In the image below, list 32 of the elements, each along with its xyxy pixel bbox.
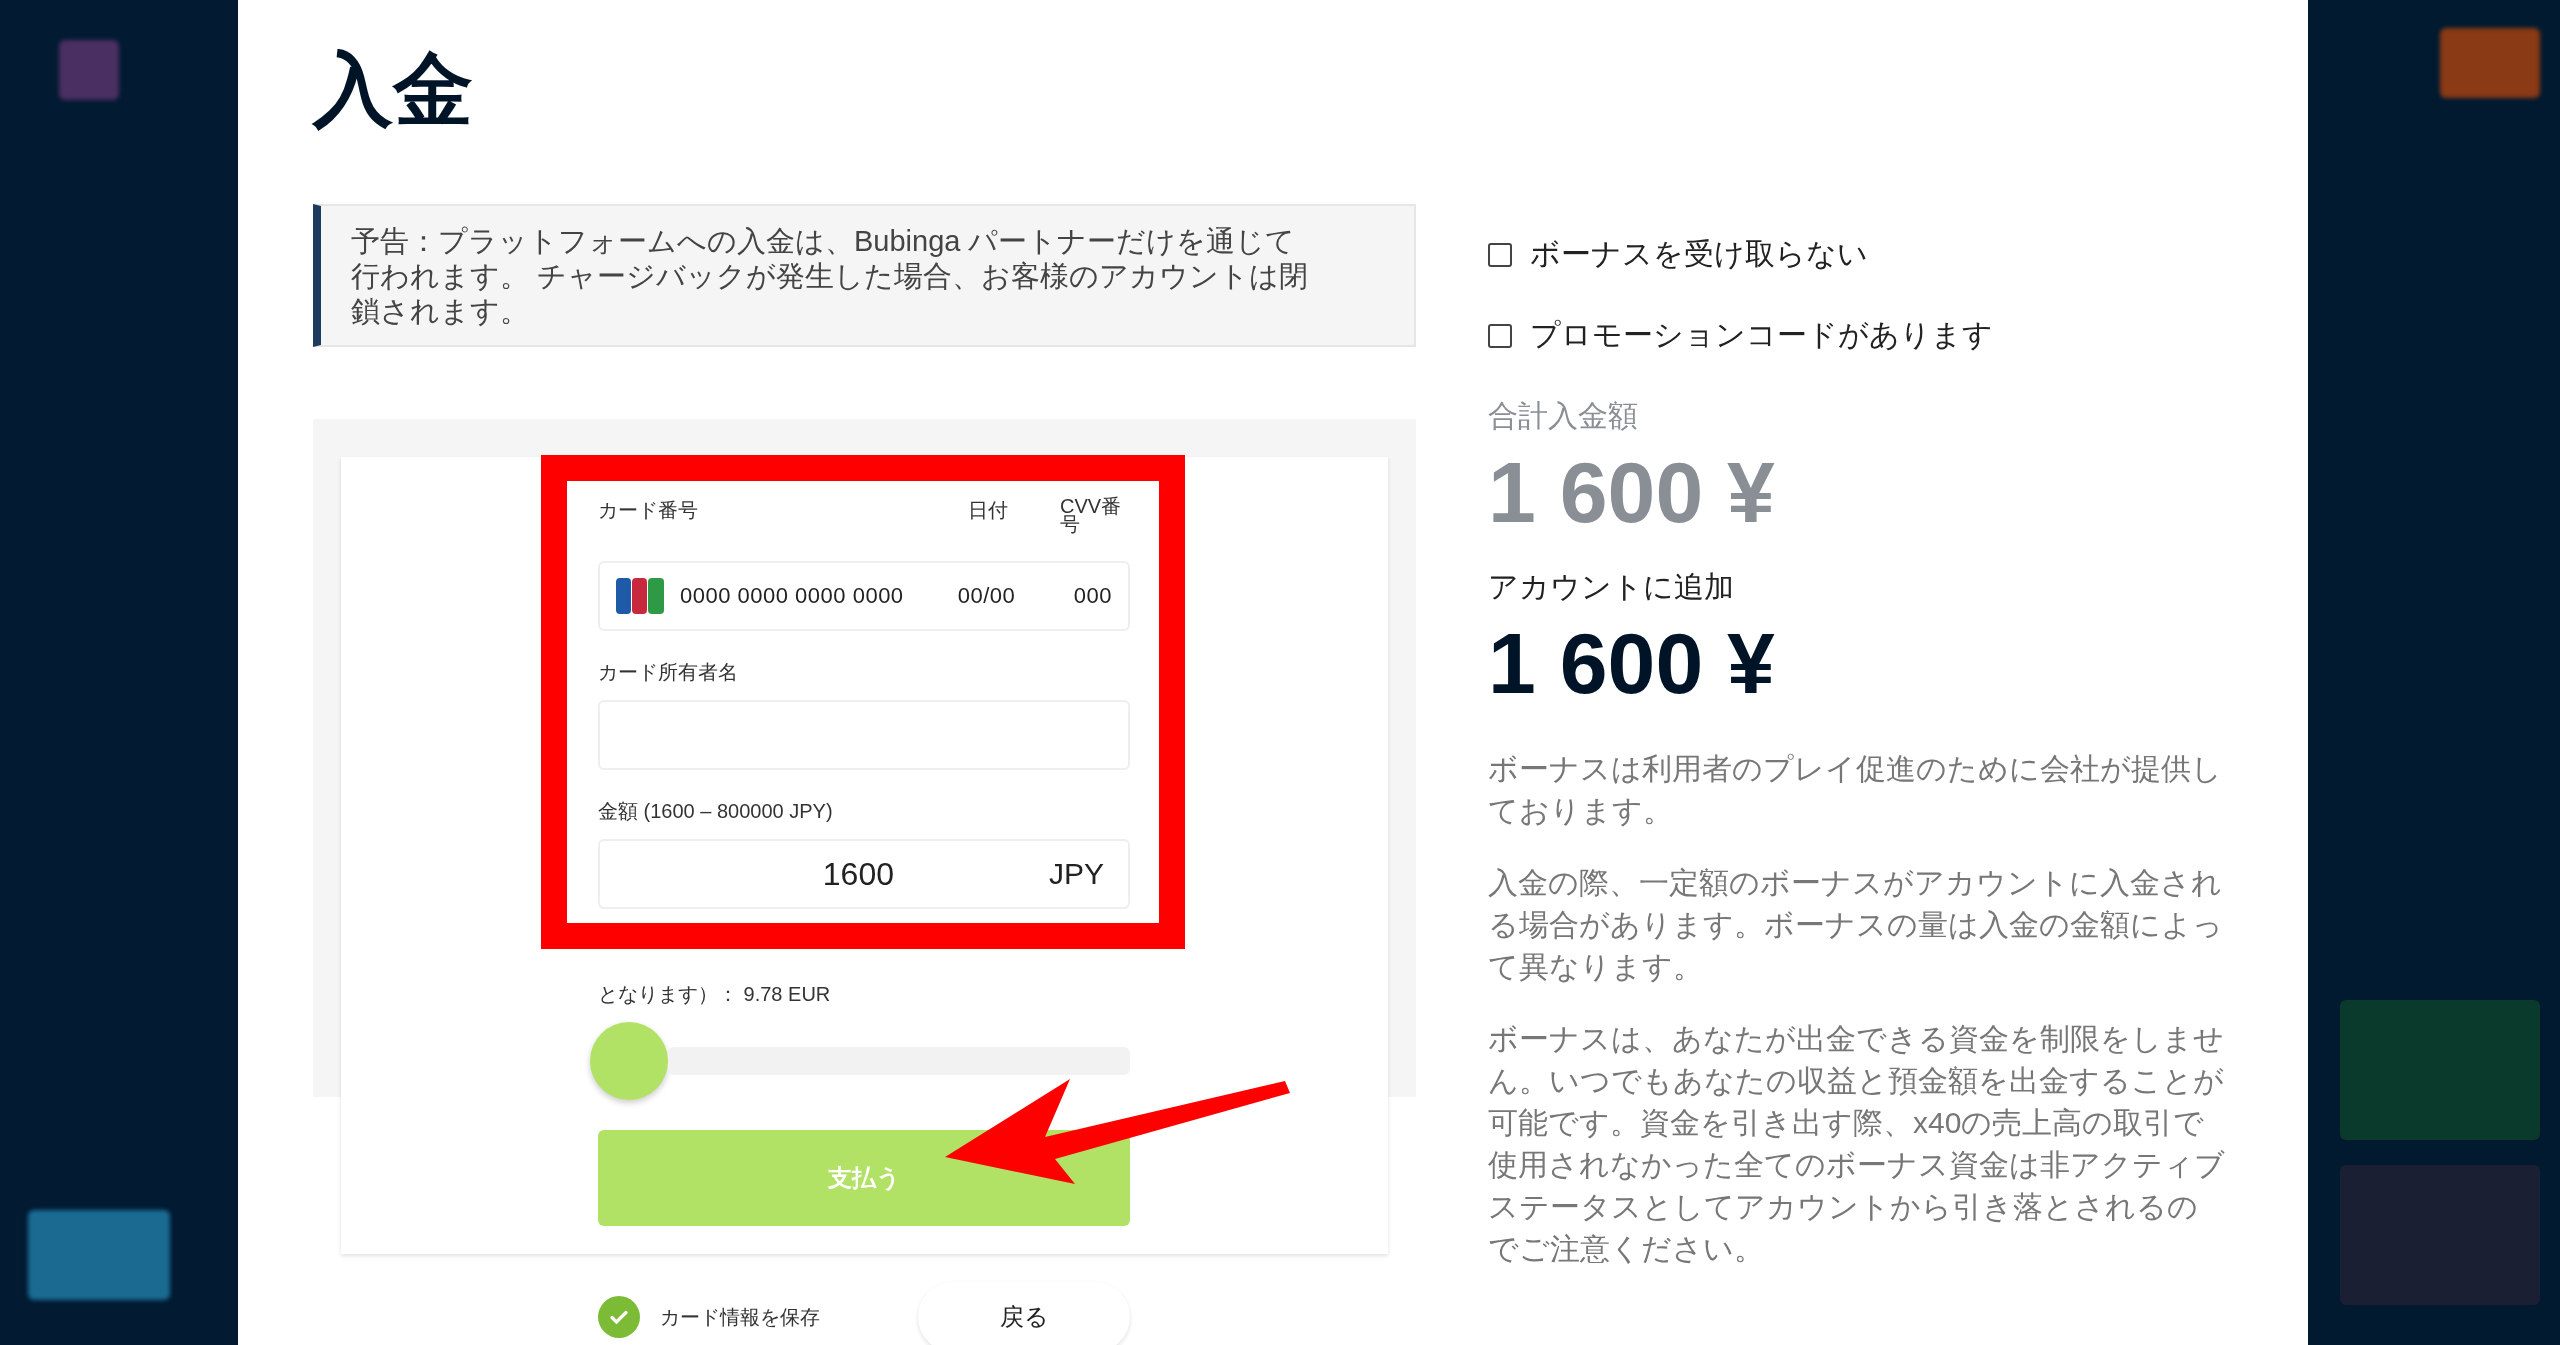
- notice-text: 予告：プラットフォームへの入金は、Bubinga パートナーだけを通じて行われます。 チャージバックが発生した場合、お客様のアカウントは閉鎖されます。: [351, 225, 1309, 327]
- checkbox[interactable]: [1488, 323, 1512, 348]
- added-amount: 1 600 ¥: [1488, 614, 1776, 713]
- added-label: アカウントに追加: [1488, 569, 1735, 605]
- checkbox-label: ボーナスを受け取らない: [1530, 236, 1868, 272]
- field-label: カード番号: [598, 498, 699, 523]
- save-card-label: カード情報を保存: [660, 1304, 820, 1330]
- card-number-placeholder: 0000 0000 0000 0000: [680, 583, 905, 609]
- amount-value: 1600: [822, 855, 894, 893]
- amount-field[interactable]: 1600 JPY: [598, 839, 1130, 909]
- checkbox[interactable]: [1488, 242, 1512, 267]
- conversion-text: となります）： 9.78 EUR: [598, 982, 832, 1007]
- field-label: 金額 (1600 – 800000 JPY): [598, 799, 834, 824]
- save-card-checkbox[interactable]: [598, 1296, 640, 1338]
- slider-thumb[interactable]: [590, 1022, 668, 1100]
- card-number-field[interactable]: 0000 0000 0000 0000 00/00 000: [598, 561, 1130, 631]
- total-label: 合計入金額: [1488, 398, 1639, 434]
- currency-label: JPY: [1048, 857, 1104, 891]
- info-paragraph: ボーナスは、あなたが出金できる資金を制限をしません。いつでもあなたの収益と預金額を出金することが可能です。資金を引き出す際、x40の売上高の取引で使用されなかった全てのボーナス資金は非アクティブステータスとしてアカウントから引き落とされるのでご注意ください。: [1488, 1021, 2226, 1267]
- field-label: 日付: [968, 498, 1009, 523]
- info-paragraph: ボーナスは利用者のプレイ促進のために会社が提供しております。: [1488, 751, 2223, 829]
- total-amount: 1 600 ¥: [1488, 443, 1776, 542]
- amount-slider[interactable]: [590, 1022, 1130, 1100]
- cvv-placeholder: 000: [1073, 583, 1112, 609]
- card-brand-icon: [616, 578, 664, 614]
- date-placeholder: 00/00: [957, 583, 1017, 609]
- checkbox-label: プロモーションコードがあります: [1530, 317, 1993, 353]
- field-label: カード所有者名: [598, 660, 739, 685]
- field-label: CVV番号: [1060, 497, 1123, 533]
- info-paragraph: 入金の際、一定額のボーナスがアカウントに入金される場合があります。ボーナスの量は入金の金額によって異なります。: [1488, 865, 2224, 985]
- back-button[interactable]: 戻る: [918, 1282, 1130, 1345]
- dialog-title: 入金: [313, 44, 474, 136]
